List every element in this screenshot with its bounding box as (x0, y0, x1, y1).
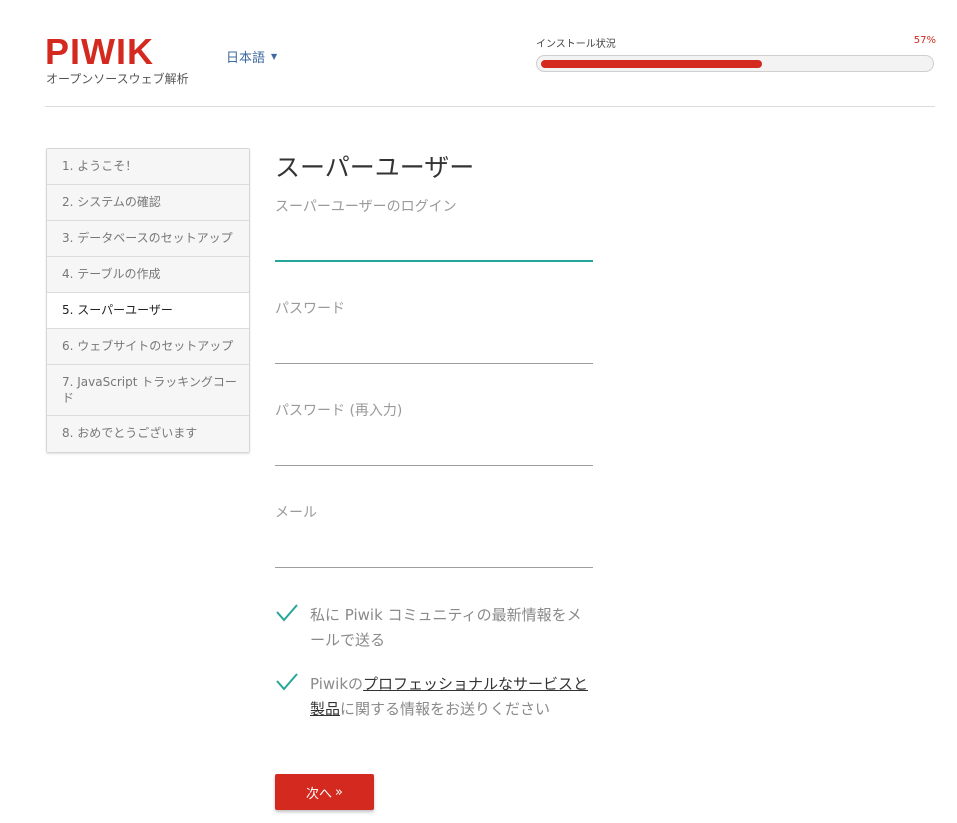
email-label: メール (275, 505, 317, 521)
checkmark-icon (276, 604, 298, 622)
email-input[interactable] (275, 542, 593, 568)
password-label: パスワード (275, 301, 345, 317)
header-divider (45, 106, 935, 107)
checkmark-icon (276, 673, 298, 691)
step-welcome: 1. ようこそ！ (47, 149, 249, 185)
password-field: パスワード (275, 298, 593, 364)
progress-label: インストール状況 (536, 39, 616, 50)
login-input[interactable] (275, 236, 593, 262)
next-arrow-icon: » (335, 784, 343, 800)
installer-page: PIWIK オープンソースウェブ解析 日本語 ▼ インストール状況 57% 1.… (0, 0, 957, 823)
step-superuser: 5. スーパーユーザー (47, 293, 249, 329)
professional-services-label: Piwikのプロフェッショナルなサービスと製品に関する情報をお送りください (305, 672, 590, 722)
login-field: スーパーユーザーのログイン (275, 196, 593, 262)
installation-steps: 1. ようこそ！ 2. システムの確認 3. データベースのセットアップ 4. … (46, 148, 250, 453)
caret-down-icon: ▼ (271, 52, 278, 61)
piwik-logo[interactable]: PIWIK (45, 34, 154, 70)
password-repeat-input[interactable] (275, 440, 593, 466)
next-label: 次へ (306, 786, 333, 802)
step-tracking-code: 7. JavaScript トラッキングコード (47, 365, 249, 416)
progress-percent: 57% (913, 35, 936, 46)
password-repeat-field: パスワード (再入力) (275, 400, 593, 466)
password-repeat-label: パスワード (再入力) (275, 403, 403, 419)
step-tables-creation: 4. テーブルの作成 (47, 257, 249, 293)
page-title: スーパーユーザー (275, 153, 475, 182)
professional-services-checkbox[interactable]: Piwikのプロフェッショナルなサービスと製品に関する情報をお送りください (275, 672, 593, 722)
next-button[interactable]: 次へ » (275, 774, 374, 810)
tagline: オープンソースウェブ解析 (46, 72, 189, 86)
step-database-setup: 3. データベースのセットアップ (47, 221, 249, 257)
login-label: スーパーユーザーのログイン (275, 199, 457, 215)
progress-bar (536, 55, 934, 72)
pro-prefix: Piwikの (310, 675, 364, 693)
email-field: メール (275, 502, 593, 568)
newsletter-checkbox[interactable]: 私に Piwik コミュニティの最新情報をメールで送る (275, 603, 593, 653)
pro-suffix: に関する情報をお送りください (340, 700, 551, 718)
language-selector[interactable]: 日本語 ▼ (226, 47, 277, 66)
progress-fill (541, 60, 762, 68)
password-input[interactable] (275, 338, 593, 364)
step-website-setup: 6. ウェブサイトのセットアップ (47, 329, 249, 365)
language-label: 日本語 (226, 51, 266, 66)
newsletter-label: 私に Piwik コミュニティの最新情報をメールで送る (310, 606, 582, 649)
step-congratulations: 8. おめでとうございます (47, 416, 249, 452)
step-system-check: 2. システムの確認 (47, 185, 249, 221)
